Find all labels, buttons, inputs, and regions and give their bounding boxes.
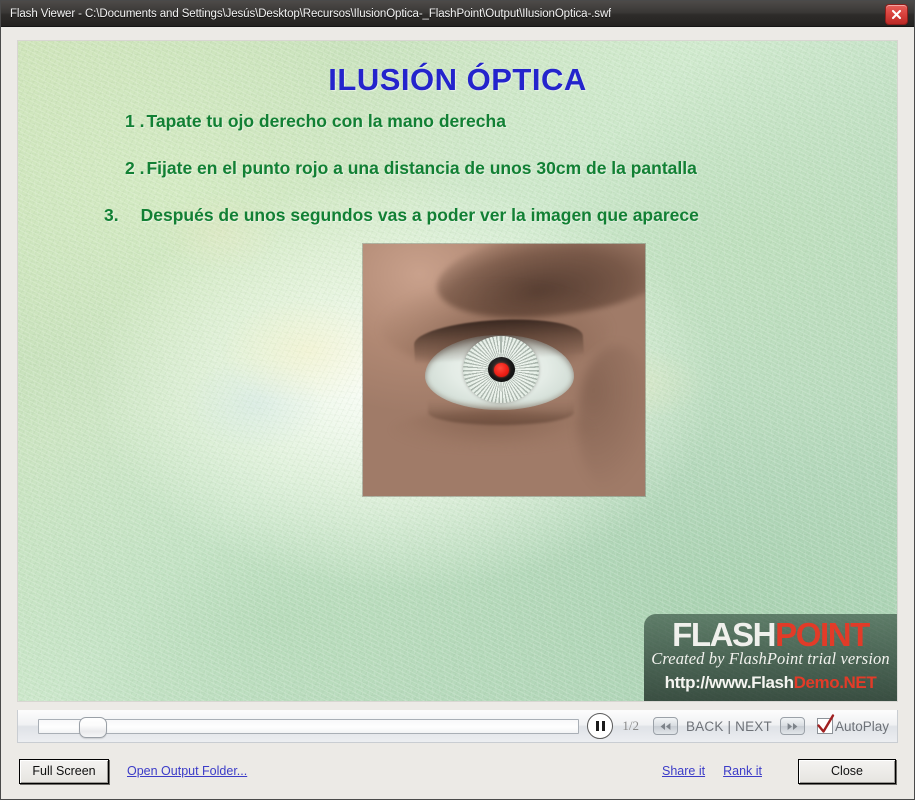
step-1-number: 1 . [125, 111, 145, 131]
rank-it-link[interactable]: Rank it [723, 764, 762, 778]
slide-step-3: 3. Después de unos segundos vas a poder v… [104, 205, 699, 226]
logo-flash-text: FLASH [672, 616, 776, 653]
watermark-url: http://www.FlashDemo.NET [665, 673, 877, 693]
seek-bar-thumb[interactable] [79, 716, 108, 738]
autoplay-toggle[interactable]: AutoPlay [816, 714, 889, 734]
rewind-icon [659, 722, 672, 731]
back-button[interactable] [652, 717, 678, 735]
checkmark-icon [816, 713, 836, 740]
flashpoint-logo: FLASHPOINT [672, 616, 870, 653]
nose-bridge-shadow-shape [577, 344, 645, 496]
step-2-text: Fijate en el punto rojo a una distancia … [146, 158, 697, 178]
url-first-part: http://www.Flash [664, 672, 794, 692]
back-next-label: BACK | NEXT [685, 718, 772, 734]
close-window-button[interactable] [885, 4, 908, 25]
logo-point-text: POINT [775, 616, 870, 653]
pause-button[interactable] [587, 713, 614, 739]
flash-viewer-window: Flash Viewer - C:\Documents and Settings… [0, 0, 915, 800]
watermark-inner: FLASHPOINT Created by FlashPoint trial v… [644, 614, 897, 701]
red-dot-icon [494, 362, 510, 377]
slide-title: ILUSIÓN ÓPTICA [328, 62, 587, 97]
fast-forward-icon [786, 722, 799, 731]
full-screen-button[interactable]: Full Screen [19, 758, 109, 784]
step-3-text: Después de unos segundos vas a poder ver… [140, 205, 699, 225]
page-counter: 1/2 [622, 718, 639, 733]
open-output-folder-link[interactable]: Open Output Folder... [127, 764, 247, 778]
autoplay-checkbox[interactable] [816, 714, 835, 734]
url-second-part: Demo.NET [793, 672, 877, 692]
slide-step-2: 2 . Fijate en el punto rojo a una distanc… [125, 158, 697, 179]
close-x-icon [891, 9, 902, 20]
bottom-toolbar: Full Screen Open Output Folder... Share … [1, 743, 914, 799]
playback-control-bar: 1/2 BACK | NEXT AutoPlay [17, 710, 898, 743]
under-eye-crease-shape [391, 410, 595, 451]
next-button[interactable] [779, 717, 805, 735]
autoplay-label: AutoPlay [834, 718, 889, 734]
bottom-right-group: Share it Rank it Close [662, 758, 896, 784]
watermark-tagline: Created by FlashPoint trial version [651, 648, 890, 668]
slide-step-1: 1 . Tapate tu ojo derecho con la mano der… [125, 111, 506, 132]
flashpoint-watermark: FLASHPOINT Created by FlashPoint trial v… [644, 614, 897, 701]
pause-icon [594, 721, 606, 731]
stage-container: ILUSIÓN ÓPTICA 1 . Tapate tu ojo derecho … [1, 27, 914, 710]
step-3-number: 3. [104, 205, 119, 225]
close-button[interactable]: Close [798, 758, 896, 784]
eye-photo [363, 244, 645, 496]
window-title: Flash Viewer - C:\Documents and Settings… [10, 7, 612, 20]
flash-stage[interactable]: ILUSIÓN ÓPTICA 1 . Tapate tu ojo derecho … [17, 40, 898, 702]
share-it-link[interactable]: Share it [662, 764, 705, 778]
step-2-number: 2 . [125, 158, 145, 178]
title-bar: Flash Viewer - C:\Documents and Settings… [1, 1, 914, 27]
slide-content: ILUSIÓN ÓPTICA 1 . Tapate tu ojo derecho … [18, 41, 897, 701]
step-1-text: Tapate tu ojo derecho con la mano derech… [146, 111, 506, 131]
seek-bar[interactable] [38, 716, 580, 738]
